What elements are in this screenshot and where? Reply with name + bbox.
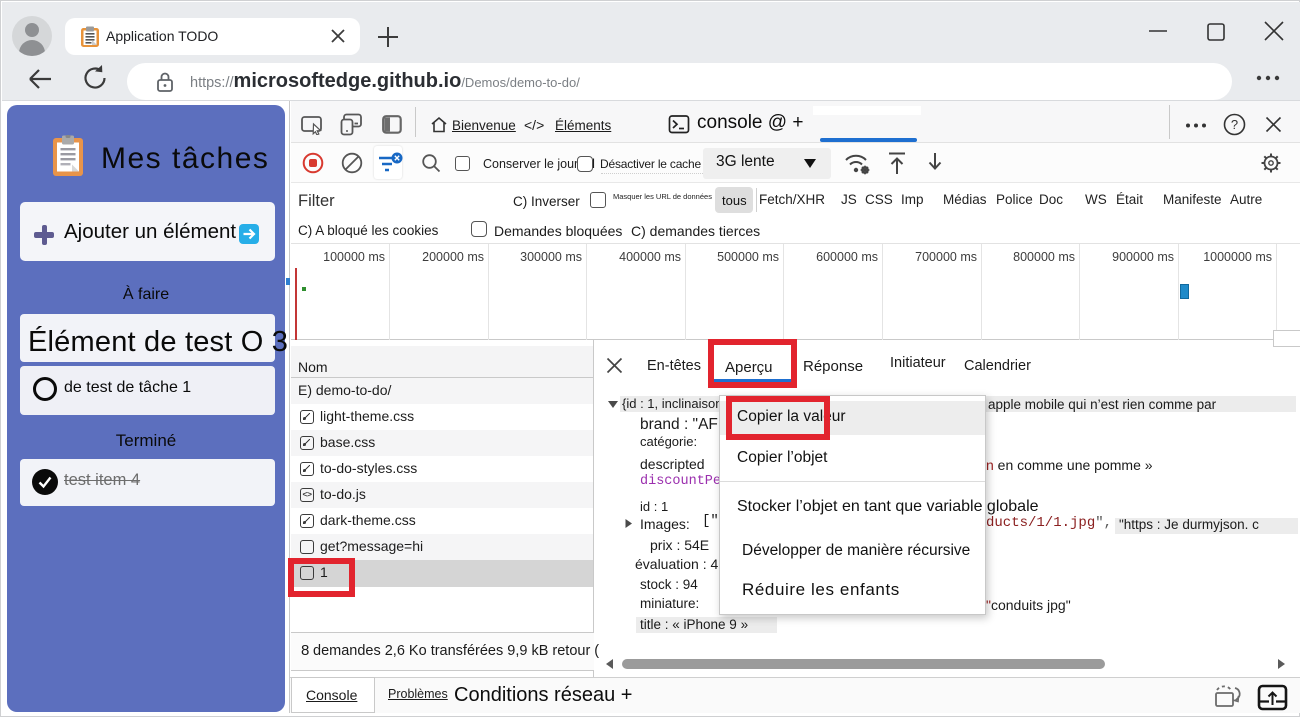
svg-text:?: ? [1231,117,1238,132]
